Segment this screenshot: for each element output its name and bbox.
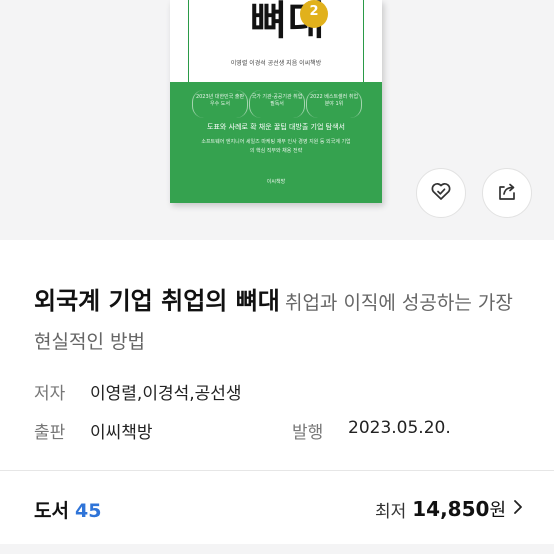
bottom-strip	[0, 544, 554, 554]
heart-check-icon	[429, 179, 453, 207]
publisher-value[interactable]: 이씨책방	[90, 418, 153, 443]
book-cover-image[interactable]: 뼈대 2 이영렬 이경석 공선생 지음 이씨책방 2023년 대한민국 출판 우…	[170, 0, 382, 203]
share-button[interactable]	[482, 168, 532, 218]
price-amount: 14,850원	[412, 496, 506, 522]
price-unit: 원	[489, 500, 506, 521]
price-value: 14,850	[412, 497, 490, 521]
product-title: 외국계 기업 취업의 뼈대 취업과 이직에 성공하는 가장 현실적인 방법	[34, 282, 534, 362]
product-image-area: 뼈대 2 이영렬 이경석 공선생 지음 이씨책방 2023년 대한민국 출판 우…	[0, 0, 554, 240]
lowest-price-link[interactable]: 최저 14,850원	[375, 496, 524, 522]
cover-line	[188, 0, 189, 82]
date-value: 2023.05.20.	[348, 418, 451, 438]
cover-publisher: 이씨책방	[266, 179, 286, 185]
category-count: 45	[75, 500, 102, 522]
category-summary[interactable]: 도서 45	[34, 496, 101, 523]
author-value[interactable]: 이영렬,이경석,공선생	[90, 379, 242, 404]
product-title-main: 외국계 기업 취업의 뼈대	[34, 287, 280, 315]
cover-line	[363, 0, 364, 82]
category-label: 도서	[34, 500, 69, 522]
divider	[0, 470, 554, 471]
award-laurel: 국가 기관·공공기관 취업 필독서	[249, 90, 305, 118]
book-cover-top: 뼈대 2 이영렬 이경석 공선생 지음 이씨책방	[170, 0, 382, 82]
cover-description: 소프트웨어 엔지니어 세일즈 마케팅 재무 인사 경영 지원 등 외국계 기업의…	[201, 139, 351, 154]
price-label: 최저	[374, 501, 407, 522]
cover-authors: 이영렬 이경석 공선생 지음 이씨책방	[230, 60, 322, 67]
like-button[interactable]	[416, 168, 466, 218]
award-laurel: 2023년 대한민국 출판 우수 도서	[192, 90, 248, 118]
author-label: 저자	[34, 384, 66, 404]
publisher-label: 출판	[34, 423, 66, 443]
book-cover-green: 2023년 대한민국 출판 우수 도서 국가 기관·공공기관 취업 필독서 20…	[170, 82, 382, 203]
edition-badge: 2	[300, 0, 328, 28]
date-label: 발행	[292, 423, 324, 443]
share-icon	[495, 179, 519, 207]
cover-subtitle: 도표와 사례로 확 채운 꿀팁 대방출 기업 탐색서	[207, 123, 345, 131]
award-laurel: 2022 베스트셀러 취업 분야 1위	[306, 90, 362, 118]
chevron-right-icon	[512, 498, 524, 520]
